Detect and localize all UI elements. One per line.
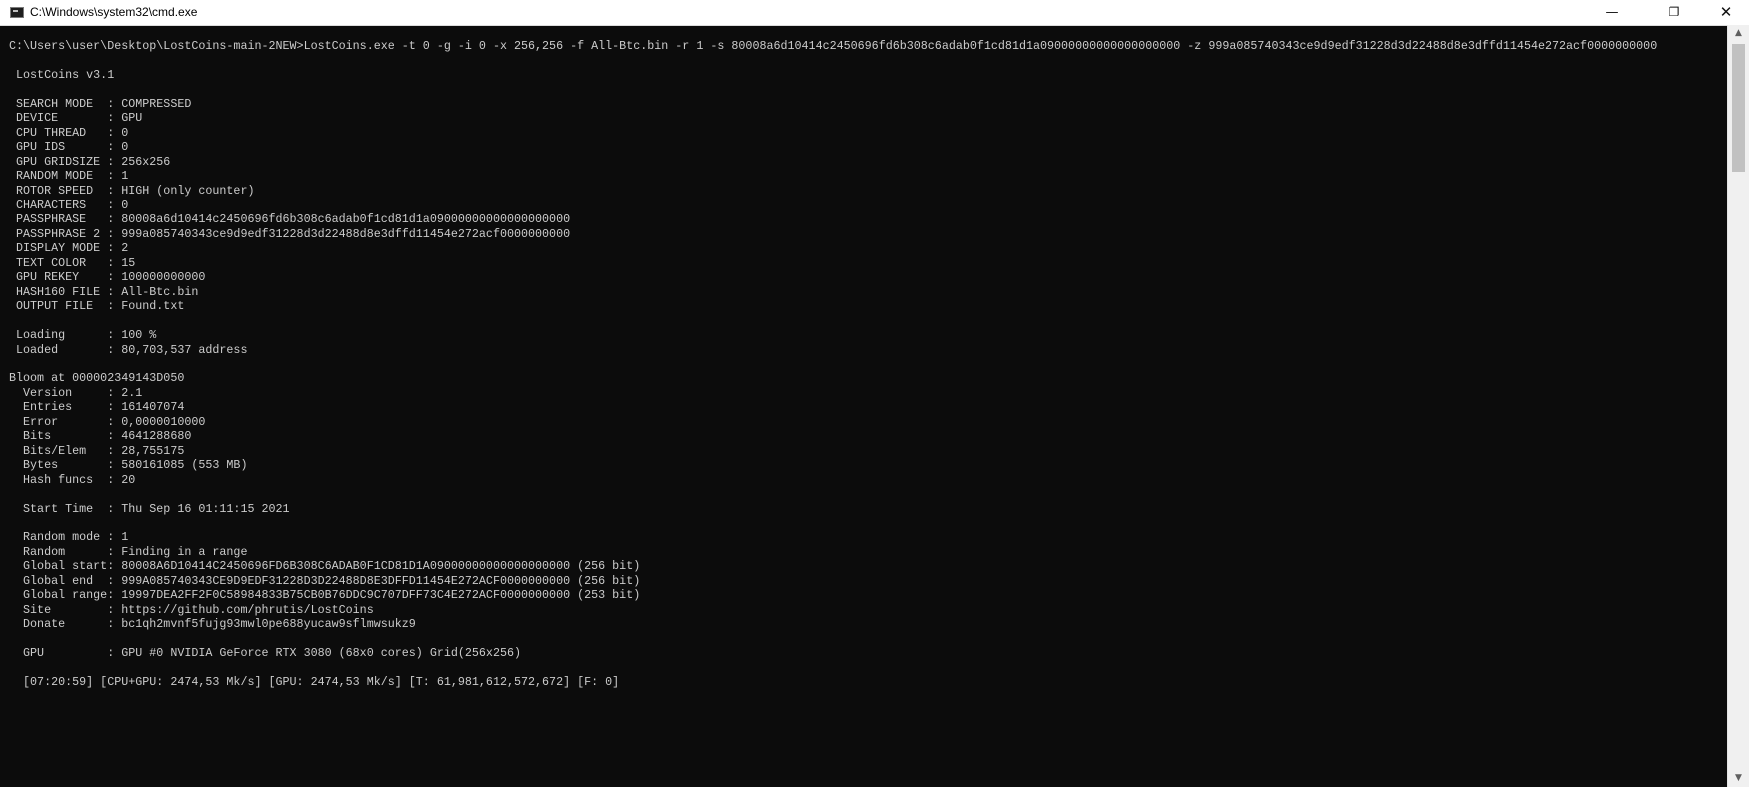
console-line: [07:20:59] [CPU+GPU: 2474,53 Mk/s] [GPU:… [9, 674, 620, 689]
scroll-down-icon: ▼ [1735, 773, 1742, 783]
console-line: Donate : bc1qh2mvnf5fujg93mwl0pe688yucaw… [9, 617, 416, 632]
console-line: Site : https://github.com/phrutis/LostCo… [9, 602, 374, 617]
console-line: Global end : 999A085740343CE9D9EDF31228D… [9, 573, 641, 588]
close-button[interactable]: ✕ [1703, 0, 1749, 25]
console-line: Bloom at 000002349143D050 [9, 371, 185, 386]
window-title: C:\Windows\system32\cmd.exe [30, 5, 198, 19]
cmd-window: C:\Windows\system32\cmd.exe — ❐ ✕ C:\Use… [0, 0, 1749, 787]
console-line: Bytes : 580161085 (553 MB) [9, 458, 248, 473]
scroll-up-icon: ▲ [1735, 28, 1742, 38]
console-line: PASSPHRASE 2 : 999a085740343ce9d9edf3122… [9, 226, 571, 241]
console-line: DEVICE : GPU [9, 111, 143, 126]
console-line: Bits/Elem : 28,755175 [9, 443, 185, 458]
console-line: CHARACTERS : 0 [9, 197, 129, 212]
console-line: OUTPUT FILE : Found.txt [9, 299, 185, 314]
restore-icon: ❐ [1668, 5, 1680, 19]
cmd-window-icon[interactable] [10, 7, 24, 18]
console-text: C:\Users\user\Desktop\LostCoins-main-2NE… [9, 39, 1657, 689]
console-line: Global range: 19997DEA2FF2F0C58984833B75… [9, 588, 641, 603]
maximize-button[interactable]: ❐ [1651, 0, 1697, 25]
console-line: GPU IDS : 0 [9, 140, 129, 155]
scroll-up-button[interactable]: ▲ [1728, 25, 1749, 42]
console-line: CPU THREAD : 0 [9, 125, 129, 140]
console-line: GPU REKEY : 100000000000 [9, 270, 206, 285]
close-icon: ✕ [1719, 3, 1733, 21]
console-line: Random : Finding in a range [9, 544, 248, 559]
minimize-button[interactable]: — [1589, 0, 1635, 25]
console-line: TEXT COLOR : 15 [9, 255, 136, 270]
scroll-down-button[interactable]: ▼ [1728, 770, 1749, 787]
console-line: Start Time : Thu Sep 16 01:11:15 2021 [9, 501, 290, 516]
console-line: PASSPHRASE : 80008a6d10414c2450696fd6b30… [9, 212, 571, 227]
scroll-thumb[interactable] [1732, 44, 1745, 172]
console-output[interactable]: C:\Users\user\Desktop\LostCoins-main-2NE… [0, 25, 1727, 787]
console-line: Hash funcs : 20 [9, 472, 136, 487]
console-line: Entries : 161407074 [9, 400, 185, 415]
minimize-icon: — [1605, 5, 1619, 20]
vertical-scrollbar[interactable]: ▲ ▼ [1727, 25, 1749, 787]
console-line: Error : 0,0000010000 [9, 414, 206, 429]
console-line: GPU GRIDSIZE : 256x256 [9, 154, 171, 169]
console-line: SEARCH MODE : COMPRESSED [9, 96, 192, 111]
console-line: Bits : 4641288680 [9, 429, 192, 444]
console-line: Loaded : 80,703,537 address [9, 342, 248, 357]
console-line: RANDOM MODE : 1 [9, 169, 129, 184]
console-line: Random mode : 1 [9, 530, 129, 545]
console-line: ROTOR SPEED : HIGH (only counter) [9, 183, 255, 198]
console-line: LostCoins v3.1 [9, 67, 115, 82]
console-line: DISPLAY MODE : 2 [9, 241, 129, 256]
console-line: HASH160 FILE : All-Btc.bin [9, 284, 199, 299]
console-line: Global start: 80008A6D10414C2450696FD6B3… [9, 559, 641, 574]
title-bar[interactable]: C:\Windows\system32\cmd.exe — ❐ ✕ [0, 0, 1749, 26]
console-line: GPU : GPU #0 NVIDIA GeForce RTX 3080 (68… [9, 646, 521, 661]
console-line: Loading : 100 % [9, 328, 157, 343]
console-line: Version : 2.1 [9, 385, 143, 400]
console-line: C:\Users\user\Desktop\LostCoins-main-2NE… [9, 39, 1658, 53]
